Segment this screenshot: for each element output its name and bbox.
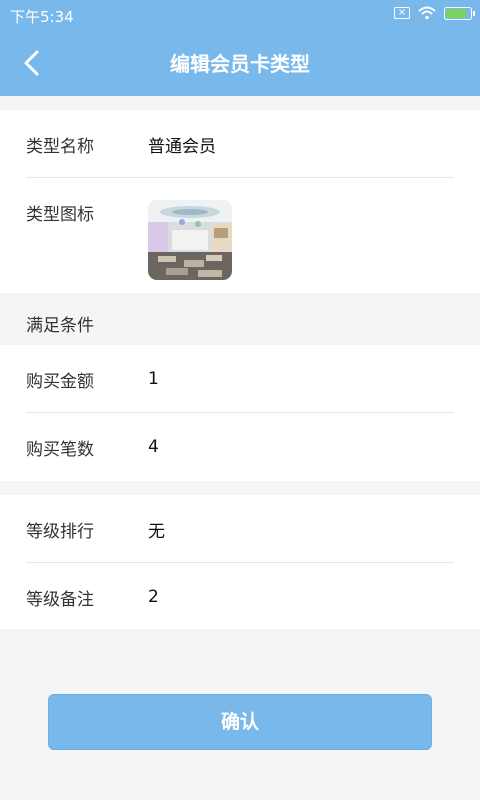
level-note-row[interactable]: 等级备注 2	[0, 563, 480, 631]
confirm-button[interactable]: 确认	[48, 694, 432, 750]
purchase-count-row[interactable]: 购买笔数 4	[0, 413, 480, 481]
level-note-value: 2	[148, 587, 159, 607]
level-rank-row[interactable]: 等级排行 无	[0, 495, 480, 563]
conditions-section: 购买金额 1 购买笔数 4	[0, 345, 480, 481]
wifi-icon	[418, 6, 436, 20]
conditions-title: 满足条件	[26, 316, 94, 336]
room-photo-icon	[148, 200, 232, 280]
type-name-label: 类型名称	[26, 136, 94, 157]
status-icons: ×	[394, 6, 475, 20]
purchase-count-value: 4	[148, 437, 159, 457]
basic-info-section: 类型名称 普通会员 类型图标	[0, 110, 480, 293]
sim-off-icon: ×	[394, 7, 410, 19]
status-time: 下午5:34	[10, 8, 74, 26]
level-rank-value: 无	[148, 521, 165, 542]
purchase-amount-row[interactable]: 购买金额 1	[0, 345, 480, 413]
battery-charging-icon	[444, 6, 475, 20]
purchase-amount-value: 1	[148, 369, 159, 389]
purchase-count-label: 购买笔数	[26, 439, 94, 460]
level-note-label: 等级备注	[26, 589, 94, 610]
type-name-value: 普通会员	[148, 136, 216, 157]
purchase-amount-label: 购买金额	[26, 371, 94, 392]
type-icon-label: 类型图标	[26, 205, 94, 225]
type-icon-row[interactable]: 类型图标	[0, 178, 480, 294]
page-title: 编辑会员卡类型	[170, 52, 310, 76]
type-name-row[interactable]: 类型名称 普通会员	[0, 110, 480, 178]
status-bar: 下午5:34 ×	[0, 0, 480, 30]
nav-bar: 编辑会员卡类型	[0, 30, 480, 96]
level-rank-label: 等级排行	[26, 521, 94, 542]
level-section: 等级排行 无 等级备注 2	[0, 495, 480, 629]
type-icon-image[interactable]	[148, 200, 232, 280]
